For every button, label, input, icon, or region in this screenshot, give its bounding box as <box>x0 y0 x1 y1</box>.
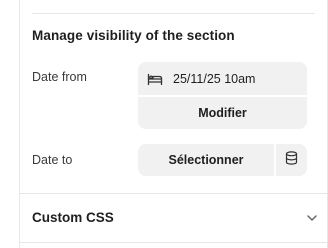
top-divider <box>32 13 315 14</box>
date-from-label: Date from <box>32 70 87 84</box>
select-date-button[interactable]: Sélectionner <box>138 144 274 176</box>
date-to-select-group: Sélectionner <box>138 144 307 176</box>
calendar-bed-icon <box>147 72 163 86</box>
date-from-value: 25/11/25 10am <box>173 71 256 86</box>
settings-panel: Manage visibility of the section Date fr… <box>19 0 328 248</box>
date-from-value-field[interactable]: 25/11/25 10am <box>138 62 307 95</box>
bottom-divider <box>20 242 327 243</box>
modify-date-button[interactable]: Modifier <box>138 97 307 129</box>
database-icon <box>285 150 298 170</box>
chevron-down-icon[interactable] <box>305 211 319 225</box>
section-divider <box>20 193 327 194</box>
database-button[interactable] <box>276 144 307 176</box>
visibility-section-title: Manage visibility of the section <box>32 28 235 43</box>
custom-css-title[interactable]: Custom CSS <box>32 210 114 225</box>
date-to-label: Date to <box>32 153 73 167</box>
